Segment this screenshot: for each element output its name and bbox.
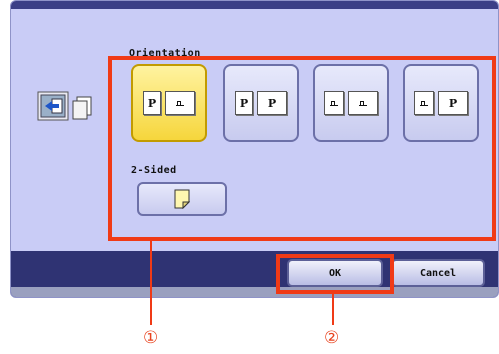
copy-mode-icon: [37, 91, 92, 121]
panel-top-bar: [11, 1, 498, 9]
footer-shade: [11, 287, 498, 297]
callout-line-2: [332, 294, 334, 325]
callout-line-1: [150, 241, 152, 325]
ok-highlight-box: [276, 254, 394, 294]
callout-marker-2: ②: [324, 328, 340, 348]
callout-marker-1: ①: [143, 328, 159, 348]
cancel-button[interactable]: Cancel: [391, 259, 485, 287]
orientation-highlight-box: [108, 56, 496, 241]
